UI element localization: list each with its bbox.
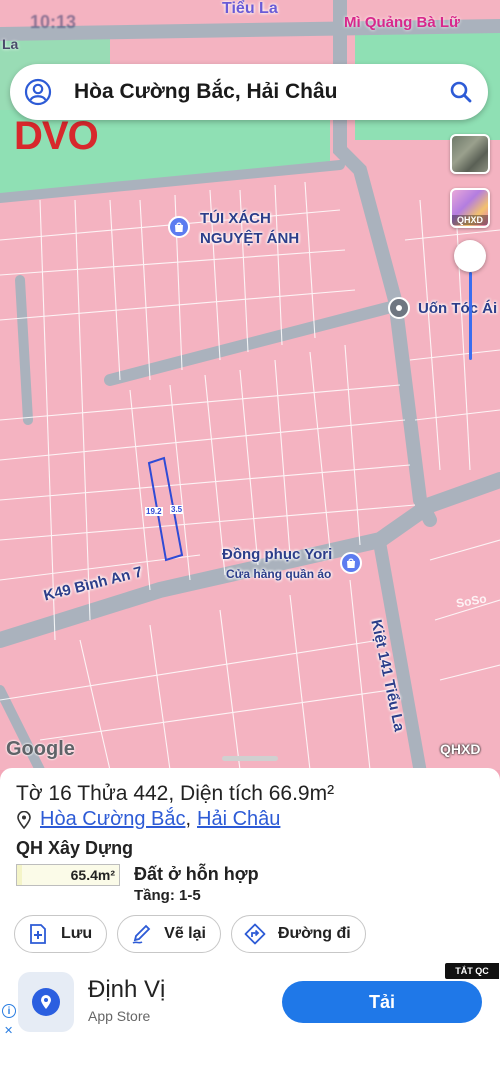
zone-area-chip: 65.4m² [16, 864, 120, 886]
zone-floors: Tầng: 1-5 [134, 887, 201, 904]
ad-app-name[interactable]: Định Vị [88, 976, 165, 1004]
street-label-fragment: La [2, 36, 19, 52]
ad-info-icon[interactable]: i [2, 1004, 16, 1018]
app-root: 10:13 Tiểu La Mì Quảng Bà Lữ La DVO TÚI … [0, 0, 500, 1080]
poi-label-dong-phuc-yori[interactable]: Đồng phục Yori [222, 546, 332, 563]
user-profile-icon[interactable] [24, 78, 52, 106]
ad-app-icon[interactable] [18, 972, 74, 1032]
district-link[interactable]: Hải Châu [197, 808, 280, 831]
place-pin-icon[interactable] [388, 297, 410, 319]
shopping-bag-icon[interactable] [168, 216, 190, 238]
street-label-tieu-la: Tiểu La [222, 0, 278, 17]
opacity-slider-knob[interactable] [454, 240, 486, 272]
redraw-pen-icon [132, 924, 151, 944]
parcel-width-label: 3.5 [170, 505, 184, 514]
poi-sublabel-clothes-store: Cửa hàng quần áo [226, 567, 332, 581]
poi-label-nguyet-anh[interactable]: NGUYỆT ÁNH [200, 230, 299, 247]
parcel-length-label: 19.2 [145, 507, 163, 516]
brand-logo-fragment: DVO [14, 114, 99, 158]
shopping-bag-icon[interactable] [340, 552, 362, 574]
bottom-safe-area [0, 1044, 500, 1080]
satellite-layer-button[interactable] [450, 134, 490, 174]
redraw-button-label: Vẽ lại [164, 925, 206, 942]
qhxd-layer-label: QHXD [452, 215, 488, 225]
zone-name: Đất ở hỗn hợp [134, 864, 259, 884]
status-time: 10:13 [30, 12, 77, 32]
save-button[interactable]: Lưu [14, 915, 108, 953]
save-plus-icon [30, 924, 46, 944]
action-row: Lưu Vẽ lại Đường đi [14, 915, 366, 953]
ward-link[interactable]: Hòa Cường Bắc [40, 808, 185, 831]
save-button-label: Lưu [61, 925, 93, 942]
qhxd-layer-button[interactable]: QHXD [450, 188, 490, 228]
hide-ad-button[interactable]: TẮT QC [445, 963, 499, 979]
poi-label-mi-quang: Mì Quảng Bà Lữ [344, 14, 460, 31]
directions-button-label: Đường đi [277, 925, 351, 942]
ad-download-button[interactable]: Tải [282, 981, 482, 1023]
poi-label-tui-xach[interactable]: TÚI XÁCH [200, 210, 271, 227]
location-marker-icon [32, 988, 60, 1016]
opacity-slider-track[interactable] [469, 272, 472, 360]
map-view[interactable]: 10:13 Tiểu La Mì Quảng Bà Lữ La DVO TÚI … [0, 0, 500, 770]
location-pin-icon [17, 810, 31, 829]
ad-store-name: App Store [88, 1008, 151, 1024]
ad-close-icon[interactable]: ✕ [4, 1024, 13, 1037]
directions-icon [244, 923, 266, 945]
google-logo: Google [6, 738, 75, 760]
directions-button[interactable]: Đường đi [230, 915, 366, 953]
qhxd-corner-label: QHXD [440, 741, 481, 757]
planning-section-title: QH Xây Dựng [16, 838, 134, 858]
redraw-button[interactable]: Vẽ lại [117, 915, 221, 953]
location-separator: , [185, 808, 192, 830]
sheet-drag-handle[interactable] [222, 756, 278, 761]
location-row: Hòa Cường Bắc , Hải Châu [16, 808, 280, 831]
search-bar[interactable]: Hòa Cường Bắc, Hải Châu [10, 64, 488, 120]
search-location-title[interactable]: Hòa Cường Bắc, Hải Châu [74, 80, 448, 104]
poi-label-uon-toc[interactable]: Uốn Tóc Ái [418, 300, 497, 317]
plot-title: Tờ 16 Thửa 442, Diện tích 66.9m² [16, 782, 335, 805]
search-icon[interactable] [448, 79, 474, 105]
